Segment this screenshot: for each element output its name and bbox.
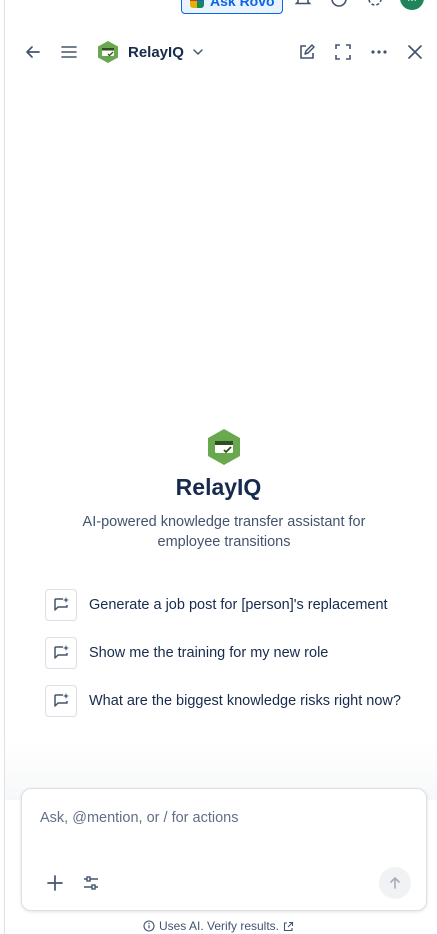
ai-disclaimer: Uses AI. Verify results. (0, 918, 437, 934)
agent-switcher[interactable]: RelayIQ (96, 40, 204, 64)
ask-rovo-label: Ask Rovo (210, 0, 275, 9)
suggestion-item[interactable]: Show me the training for my new role (45, 637, 409, 669)
expand-fullscreen-icon[interactable] (331, 40, 355, 64)
suggestion-chat-spark-icon (45, 589, 77, 621)
global-top-bar: Ask Rovo M (0, 0, 437, 14)
relayiq-logo-icon (98, 41, 118, 63)
suggestion-item[interactable]: Generate a job post for [person]'s repla… (45, 589, 409, 621)
more-options-icon[interactable] (367, 40, 391, 64)
chat-input[interactable]: Ask, @mention, or / for actions (40, 810, 238, 826)
send-button[interactable] (379, 867, 411, 899)
suggestion-text: Generate a job post for [person]'s repla… (89, 597, 388, 613)
suggestion-text: What are the biggest knowledge risks rig… (89, 693, 401, 709)
external-link-icon[interactable] (283, 921, 294, 932)
suggestion-item[interactable]: What are the biggest knowledge risks rig… (45, 685, 409, 717)
settings-gear-icon[interactable] (364, 0, 386, 10)
new-chat-edit-icon[interactable] (295, 40, 319, 64)
help-icon[interactable] (328, 0, 350, 10)
menu-hamburger-icon[interactable] (57, 40, 81, 64)
agent-name: RelayIQ (128, 43, 184, 61)
notifications-bell-icon[interactable] (292, 0, 314, 10)
add-attachment-icon[interactable] (43, 871, 67, 895)
agent-title: RelayIQ (175, 474, 262, 500)
chat-composer: Ask, @mention, or / for actions (21, 788, 427, 911)
chevron-down-icon (193, 49, 203, 56)
suggestion-chat-spark-icon (45, 685, 77, 717)
info-icon (143, 920, 155, 932)
relayiq-hero-logo-icon (208, 429, 240, 465)
agent-description: AI-powered knowledge transfer assistant … (82, 514, 366, 550)
suggestion-chat-spark-icon (45, 637, 77, 669)
ai-disclaimer-text: Uses AI. Verify results. (158, 919, 280, 933)
ask-rovo-button[interactable]: Ask Rovo (181, 0, 283, 14)
close-icon[interactable] (403, 40, 427, 64)
rovo-logo-icon (190, 0, 204, 8)
tools-sliders-icon[interactable] (79, 871, 103, 895)
back-arrow-icon[interactable] (21, 40, 45, 64)
user-avatar[interactable]: M (400, 0, 424, 10)
chat-panel-header: RelayIQ (0, 32, 437, 72)
arrow-up-icon (390, 877, 400, 889)
suggestion-text: Show me the training for my new role (89, 645, 329, 661)
